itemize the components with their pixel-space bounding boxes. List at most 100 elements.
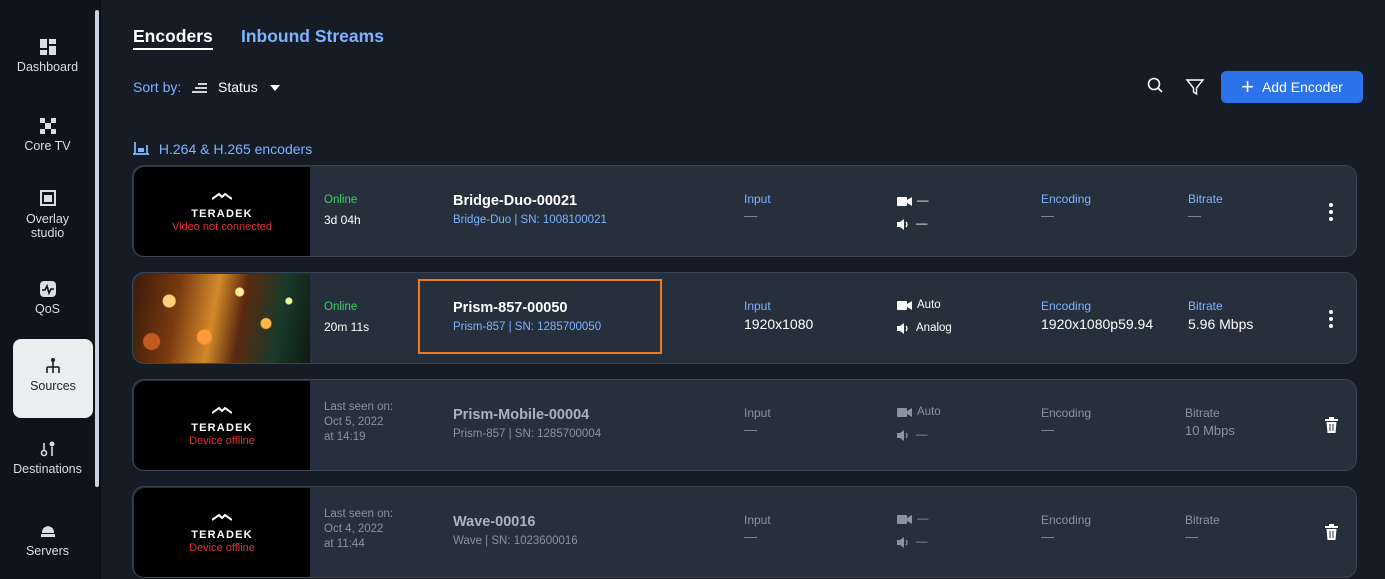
last-seen-time: at 11:44 [324,538,365,550]
encoder-card[interactable]: TERADEK Device offline Last seen on: Oct… [132,379,1357,471]
bitrate-column: Bitrate 10 Mbps [1185,406,1235,438]
encoding-label: Encoding [1041,192,1092,206]
video-source-row: — [897,511,929,527]
tab-inbound-streams[interactable]: Inbound Streams [241,26,384,47]
bitrate-value: — [1188,208,1201,223]
av-sources: — — [897,193,929,232]
thumbnail-message: Video not connected [171,221,273,233]
sidebar-item-dashboard[interactable]: Dashboard [0,38,95,75]
tab-inbound-streams-label: Inbound Streams [241,26,384,46]
encoder-icon [133,142,149,155]
av-sources: — — [897,511,929,550]
uptime: 20m 11s [324,320,370,334]
connection-status: Online 20m 11s [324,300,369,335]
connection-status: Last seen on: Oct 5, 2022 at 14:19 [324,400,393,445]
destinations-icon [40,441,54,457]
av-sources: Auto Analog [897,297,952,336]
filter-icon[interactable] [1185,77,1205,97]
last-seen-label: Last seen on: [324,401,394,413]
sidebar-item-label: Core TV [24,139,71,153]
encoding-label: Encoding [1041,513,1092,527]
teradek-wordmark: TERADEK [191,422,253,434]
video-camera-icon [897,196,912,206]
group-label-text: H.264 & H.265 encoders [158,141,313,157]
video-source-row: Auto [897,297,952,313]
encoder-card[interactable]: TERADEK Video not connected Online 3d 04… [132,165,1357,257]
sidebar-item-servers[interactable]: Servers [0,522,95,559]
encoding-column: Encoding 1920x1080p59.94 [1041,299,1153,332]
input-value: — [744,529,757,544]
encoding-column: Encoding — [1041,406,1091,437]
teradek-logo: TERADEK [134,510,310,541]
connection-status: Online 3d 04h [324,193,361,228]
input-column: Input 1920x1080 [744,299,813,332]
last-seen-label: Last seen on: [324,508,394,520]
sidebar-item-label: Servers [25,544,70,558]
last-seen-date: Oct 5, 2022 [324,416,384,428]
bitrate-value: 10 Mbps [1185,423,1235,438]
video-source-row: — [897,193,929,209]
encoder-card[interactable]: Online 20m 11s Prism-857-00050 Prism-857… [132,272,1357,364]
sidebar-item-destinations[interactable]: Destinations [0,440,95,477]
trash-icon[interactable] [1325,524,1338,540]
bitrate-column: Bitrate 5.96 Mbps [1188,299,1253,332]
input-column: Input — [744,406,771,437]
encoder-card[interactable]: TERADEK Device offline Last seen on: Oct… [132,486,1357,578]
device-name: Bridge-Duo-00021 [453,193,578,209]
sort-value: Status [218,79,258,95]
encoding-column: Encoding — [1041,513,1091,544]
sidebar-scrollbar[interactable] [95,10,99,487]
video-source: — [917,195,929,207]
bitrate-label: Bitrate [1185,513,1220,527]
teradek-logo: TERADEK [134,189,310,220]
sidebar-item-sources[interactable]: Sources [13,339,93,418]
audio-source: — [916,429,928,441]
video-camera-icon [897,407,912,417]
search-icon[interactable] [1145,76,1165,98]
device-name: Wave-00016 [453,514,536,530]
sidebar: Dashboard Core TV Overlay studio QoS Sou… [0,0,101,579]
device-info: Wave-00016 Wave | SN: 1023600016 [453,514,578,547]
bitrate-column: Bitrate — [1188,192,1223,223]
plus-icon: + [1241,74,1254,99]
sidebar-item-label: Dashboard [16,60,79,74]
tab-encoders[interactable]: Encoders [133,26,213,50]
sidebar-item-core-tv[interactable]: Core TV [0,117,95,154]
sidebar-item-overlay-studio[interactable]: Overlay studio [0,190,95,240]
more-options-icon[interactable] [1328,203,1334,221]
thumbnail-message: Device offline [189,435,255,447]
encoding-label: Encoding [1041,299,1092,313]
input-label: Input [744,192,771,206]
trash-icon[interactable] [1325,417,1338,433]
av-sources: Auto — [897,404,941,443]
video-camera-icon [897,514,912,524]
bitrate-label: Bitrate [1185,406,1220,420]
audio-source: — [916,218,928,230]
sidebar-item-qos[interactable]: QoS [0,280,95,317]
teradek-wordmark: TERADEK [191,529,253,541]
bitrate-value: — [1185,529,1198,544]
more-options-icon[interactable] [1328,310,1334,328]
last-seen-date: Oct 4, 2022 [324,523,384,535]
teradek-logo: TERADEK [134,403,310,434]
bitrate-label: Bitrate [1188,299,1223,313]
thumbnail-message: Device offline [189,542,255,554]
input-label: Input [744,299,771,313]
device-info: Prism-Mobile-00004 Prism-857 | SN: 12857… [453,407,601,440]
device-info: Bridge-Duo-00021 Bridge-Duo | SN: 100810… [453,193,607,226]
sort-control[interactable]: Sort by: Status [133,79,280,95]
sidebar-item-label: Destinations [13,462,82,476]
servers-icon [40,526,55,537]
audio-source-row: Analog [897,320,952,336]
teradek-wordmark: TERADEK [191,208,253,220]
speaker-icon [897,536,908,548]
add-encoder-button[interactable]: + Add Encoder [1221,71,1363,103]
sidebar-item-label: QoS [34,302,60,316]
teradek-logo-mark-icon [211,513,233,521]
encoder-thumbnail: TERADEK Device offline [134,381,310,470]
device-name: Prism-Mobile-00004 [453,407,590,423]
device-serial: Bridge-Duo | SN: 1008100021 [453,214,607,226]
connection-status: Last seen on: Oct 4, 2022 at 11:44 [324,507,393,552]
encoding-value: 1920x1080p59.94 [1041,316,1154,332]
teradek-logo-mark-icon [211,192,233,200]
